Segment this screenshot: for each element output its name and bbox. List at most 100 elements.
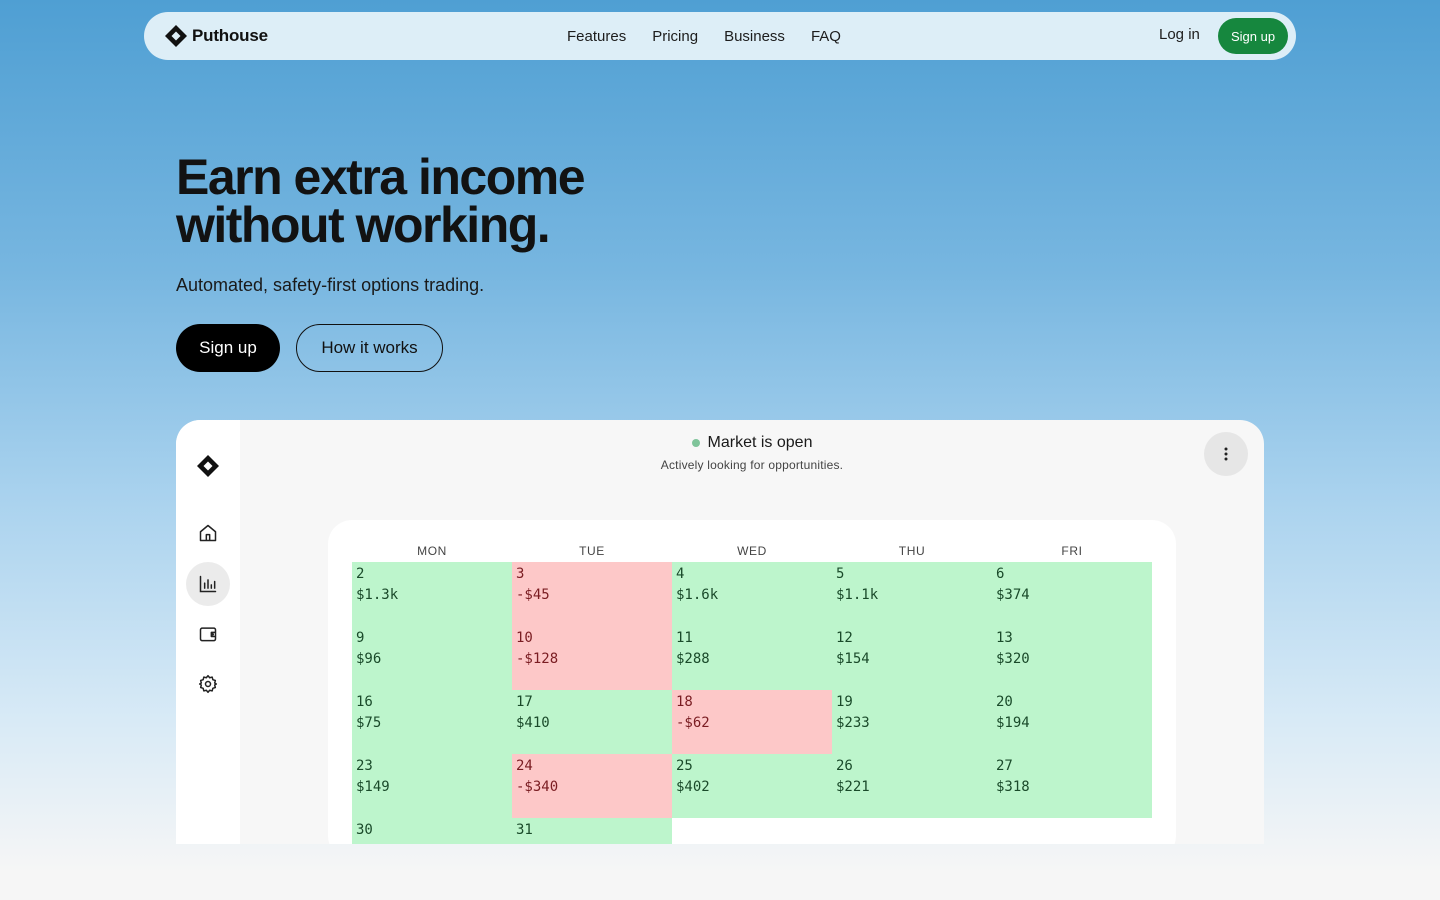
day-pnl-value: $221 (836, 779, 870, 795)
sidebar-item-stats[interactable] (186, 562, 230, 606)
calendar-day-cell[interactable]: 13 $320 (992, 626, 1152, 690)
day-number: 20 (996, 694, 1013, 710)
login-link[interactable]: Log in (1159, 26, 1200, 43)
day-number: 5 (836, 566, 845, 582)
day-number: 19 (836, 694, 853, 710)
day-number: 3 (516, 566, 525, 582)
day-number: 6 (996, 566, 1005, 582)
wallet-icon (199, 627, 217, 642)
nav-link-business[interactable]: Business (724, 28, 785, 45)
status-dot (691, 439, 700, 447)
calendar-day-cell[interactable]: 3 -$45 (512, 562, 672, 626)
calendar-day-cell[interactable]: 31 (512, 818, 672, 844)
hero-signup-button[interactable]: Sign up (176, 324, 280, 372)
status-title: Market is open (707, 434, 813, 451)
nav-link-faq[interactable]: FAQ (811, 28, 841, 45)
day-pnl-value: $410 (516, 715, 550, 731)
day-number: 17 (516, 694, 533, 710)
logo-icon (165, 25, 187, 47)
nav-links: Features Pricing Business FAQ (567, 12, 841, 60)
weekday-label: TUE (579, 544, 605, 558)
sidebar-item-settings[interactable] (186, 662, 230, 706)
calendar-day-cell[interactable]: 19 $233 (832, 690, 992, 754)
calendar-day-cell[interactable]: 24 -$340 (512, 754, 672, 818)
how-it-works-button[interactable]: How it works (296, 324, 443, 372)
calendar-day-cell[interactable]: 26 $221 (832, 754, 992, 818)
calendar-weekdays: MON TUE WED THU FRI (352, 544, 1152, 558)
day-pnl-value: -$340 (516, 779, 559, 795)
nav-link-pricing[interactable]: Pricing (652, 28, 698, 45)
day-pnl-value: $149 (356, 779, 390, 795)
day-pnl-value: $1.1k (836, 587, 879, 603)
weekday-label: MON (417, 544, 447, 558)
top-nav: Puthouse Features Pricing Business FAQ L… (144, 12, 1296, 60)
market-status: Market is open Actively looking for oppo… (240, 434, 1264, 472)
day-number: 18 (676, 694, 693, 710)
day-number: 2 (356, 566, 365, 582)
calendar-day-cell[interactable]: 17 $410 (512, 690, 672, 754)
calendar-day-cell[interactable]: 27 $318 (992, 754, 1152, 818)
day-number: 30 (356, 822, 373, 838)
day-number: 16 (356, 694, 373, 710)
hero-title: Earn extra income without working. (176, 152, 736, 250)
calendar-day-cell[interactable]: 16 $75 (352, 690, 512, 754)
day-number: 9 (356, 630, 365, 646)
calendar-day-cell[interactable]: 2 $1.3k (352, 562, 512, 626)
day-number: 11 (676, 630, 693, 646)
day-pnl-value: $318 (996, 779, 1030, 795)
calendar-day-cell[interactable]: 23 $149 (352, 754, 512, 818)
day-pnl-value: $233 (836, 715, 870, 731)
hero-title-line-2: without working. (176, 197, 551, 253)
day-number: 12 (836, 630, 853, 646)
nav-link-features[interactable]: Features (567, 28, 626, 45)
chart-icon (199, 575, 217, 593)
status-subtitle: Actively looking for opportunities. (660, 458, 844, 472)
logo-icon (197, 455, 219, 477)
day-number: 27 (996, 758, 1013, 774)
calendar-day-cell[interactable]: 20 $194 (992, 690, 1152, 754)
weekday-label: FRI (1061, 544, 1083, 558)
calendar-day-cell[interactable]: 6 $374 (992, 562, 1152, 626)
day-pnl-value: $288 (676, 651, 710, 667)
calendar-day-cell[interactable]: 9 $96 (352, 626, 512, 690)
weekday-label: WED (737, 544, 767, 558)
day-pnl-value: -$128 (516, 651, 559, 667)
sidebar-item-wallet[interactable] (186, 612, 230, 656)
calendar-day-cell[interactable]: 25 $402 (672, 754, 832, 818)
day-number: 24 (516, 758, 533, 774)
calendar-day-cell[interactable]: 11 $288 (672, 626, 832, 690)
app-sidebar (176, 420, 240, 844)
day-pnl-value: -$62 (676, 715, 710, 731)
home-icon (199, 524, 217, 542)
day-pnl-value: $96 (356, 651, 382, 667)
day-pnl-value: $75 (356, 715, 382, 731)
day-pnl-value: $194 (996, 715, 1030, 731)
day-number: 13 (996, 630, 1013, 646)
calendar-day-cell[interactable]: 4 $1.6k (672, 562, 832, 626)
more-options-button[interactable] (1204, 432, 1248, 476)
calendar-day-cell[interactable]: 10 -$128 (512, 626, 672, 690)
day-pnl-value: $154 (836, 651, 870, 667)
calendar-day-cell[interactable]: 18 -$62 (672, 690, 832, 754)
calendar-day-cell[interactable]: 30 (352, 818, 512, 844)
calendar-day-cell[interactable]: 5 $1.1k (832, 562, 992, 626)
app-preview: Market is open Actively looking for oppo… (176, 420, 1264, 844)
day-number: 26 (836, 758, 853, 774)
day-pnl-value: $1.3k (356, 587, 399, 603)
day-pnl-value: $1.6k (676, 587, 719, 603)
day-number: 4 (676, 566, 685, 582)
day-number: 23 (356, 758, 373, 774)
brand-name: Puthouse (192, 26, 268, 45)
calendar-day-cell[interactable]: 12 $154 (832, 626, 992, 690)
day-pnl-value: $320 (996, 651, 1030, 667)
brand[interactable]: Puthouse (164, 24, 268, 48)
day-number: 25 (676, 758, 693, 774)
nav-signup-button[interactable]: Sign up (1218, 18, 1288, 54)
day-pnl-value: $402 (676, 779, 710, 795)
gear-icon (198, 674, 218, 694)
sidebar-logo[interactable] (196, 454, 220, 483)
more-vertical-icon (1224, 447, 1228, 461)
day-number: 31 (516, 822, 533, 838)
sidebar-item-home[interactable] (186, 511, 230, 555)
day-pnl-value: $374 (996, 587, 1030, 603)
